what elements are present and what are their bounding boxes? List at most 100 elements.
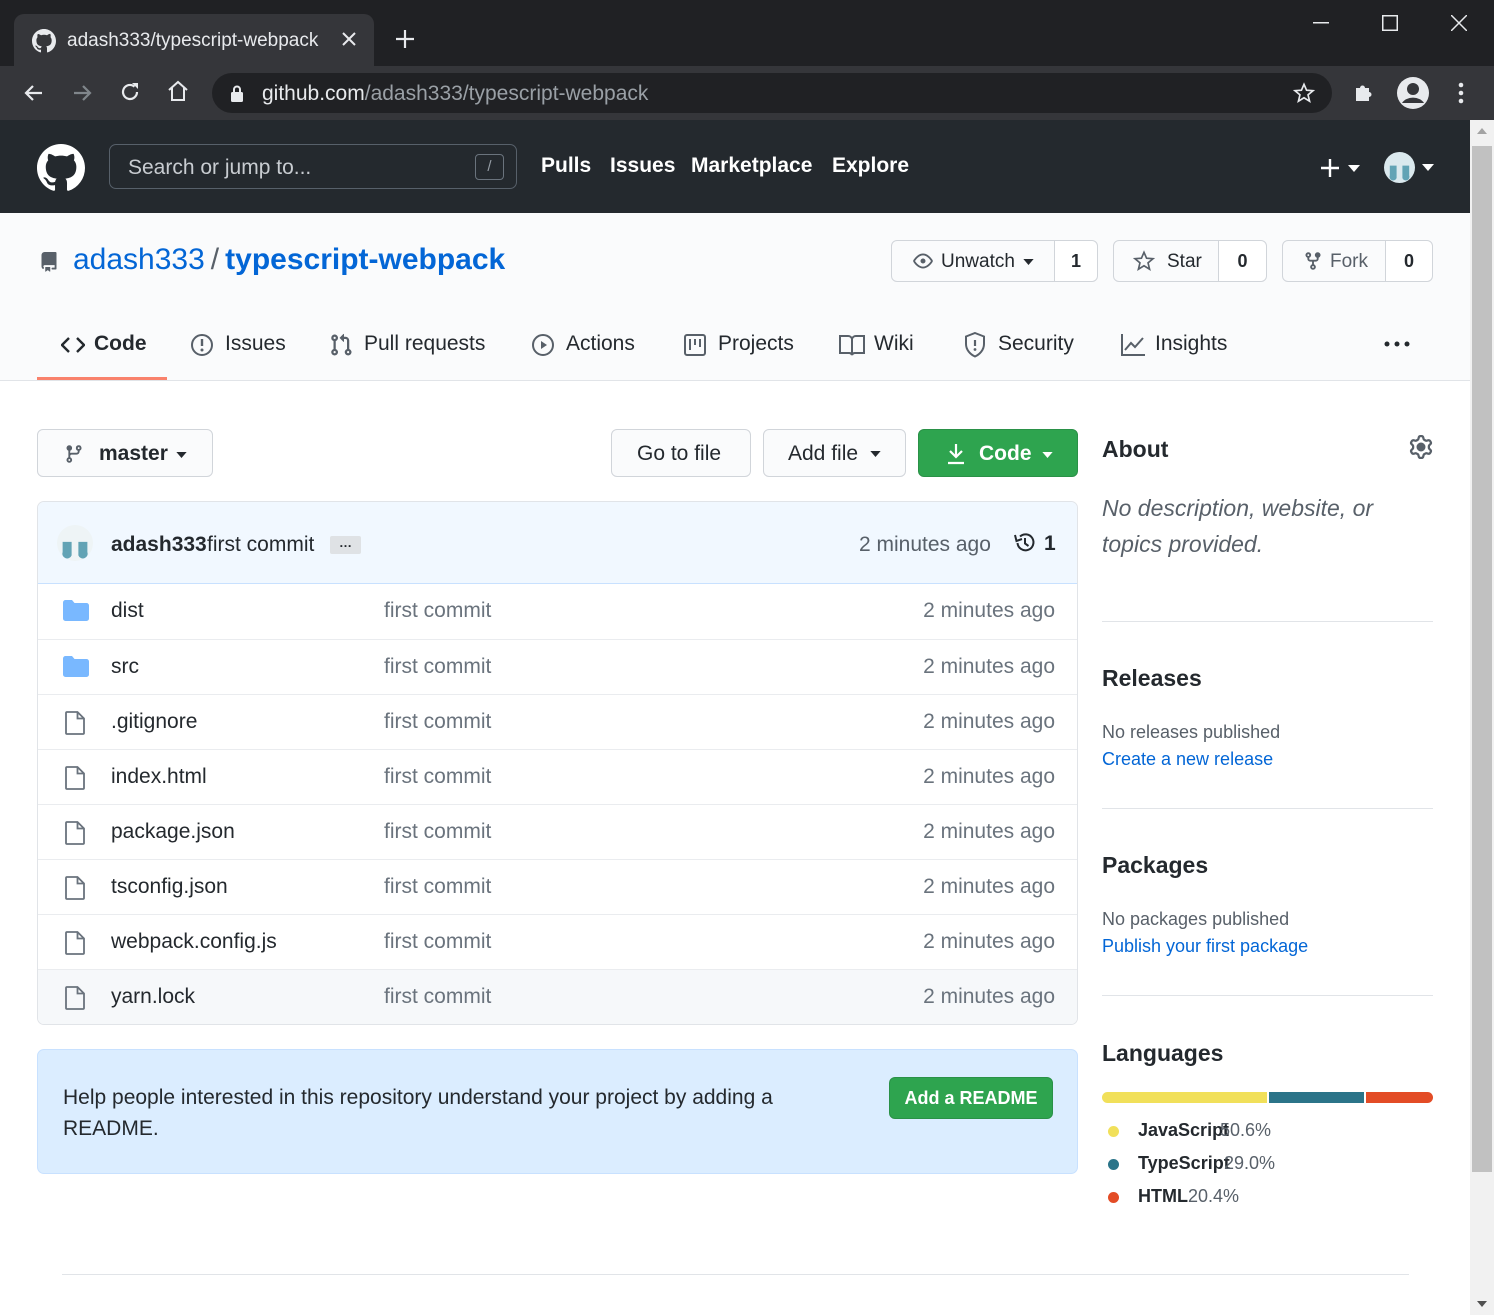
star-count[interactable]: 0	[1218, 241, 1266, 281]
back-icon[interactable]	[22, 81, 46, 105]
maximize-icon[interactable]	[1382, 15, 1398, 31]
browser-menu-icon[interactable]	[1458, 81, 1464, 105]
file-row[interactable]: package.json first commit 2 minutes ago	[38, 804, 1077, 859]
scrollbar-thumb[interactable]	[1472, 146, 1492, 1172]
unwatch-button[interactable]: Unwatch	[892, 241, 1054, 281]
eye-icon	[913, 253, 933, 269]
star-icon	[1133, 250, 1155, 272]
file-name-link[interactable]: package.json	[111, 820, 235, 844]
close-tab-icon[interactable]	[342, 32, 356, 46]
nav-marketplace[interactable]: Marketplace	[691, 154, 812, 178]
tab-pull-requests-label: Pull requests	[364, 332, 486, 355]
language-name: JavaScript	[1138, 1120, 1230, 1140]
star-button[interactable]: Star	[1114, 241, 1218, 281]
project-icon	[684, 334, 706, 356]
watch-count[interactable]: 1	[1054, 241, 1097, 281]
profile-icon[interactable]	[1396, 76, 1430, 110]
file-row[interactable]: yarn.lock first commit 2 minutes ago	[38, 969, 1077, 1024]
file-name-link[interactable]: yarn.lock	[111, 985, 195, 1009]
author-avatar[interactable]	[57, 525, 93, 561]
url-text: github.com/adash333/typescript-webpack	[262, 82, 649, 105]
minimize-icon[interactable]	[1313, 22, 1329, 24]
bookmark-star-icon[interactable]	[1293, 82, 1315, 104]
code-download-button[interactable]: Code	[918, 429, 1078, 477]
book-icon	[839, 335, 865, 356]
branch-select-button[interactable]: master	[37, 429, 213, 477]
add-readme-button[interactable]: Add a README	[889, 1077, 1053, 1119]
extensions-icon[interactable]	[1352, 80, 1376, 104]
file-commit-message[interactable]: first commit	[384, 930, 491, 954]
tab-issues-label: Issues	[225, 332, 286, 355]
repo-owner-link[interactable]: adash333	[73, 243, 205, 276]
readme-prompt-text: Help people interested in this repositor…	[63, 1086, 773, 1140]
create-new-button[interactable]	[1320, 156, 1364, 180]
commit-history-link[interactable]: 1	[1013, 529, 1058, 559]
file-row[interactable]: dist first commit 2 minutes ago	[38, 584, 1077, 639]
language-bar-segment	[1269, 1092, 1365, 1103]
file-commit-message[interactable]: first commit	[384, 599, 491, 623]
releases-heading[interactable]: Releases	[1102, 665, 1202, 692]
fork-count[interactable]: 0	[1385, 241, 1432, 281]
more-tabs-icon[interactable]	[1384, 341, 1410, 347]
github-logo-icon[interactable]	[37, 144, 85, 192]
commit-message[interactable]: first commit	[207, 533, 314, 557]
commit-author[interactable]: adash333	[111, 533, 207, 557]
file-icon	[65, 986, 85, 1010]
file-name-link[interactable]: webpack.config.js	[111, 930, 277, 954]
go-to-file-button[interactable]: Go to file	[611, 429, 751, 477]
file-row[interactable]: index.html first commit 2 minutes ago	[38, 749, 1077, 804]
scroll-up-icon[interactable]	[1477, 128, 1487, 134]
file-commit-message[interactable]: first commit	[384, 985, 491, 1009]
browser-tab[interactable]: adash333/typescript-webpack	[14, 14, 374, 66]
search-input[interactable]: Search or jump to... /	[109, 144, 517, 189]
language-name: HTML	[1138, 1186, 1188, 1206]
file-commit-age: 2 minutes ago	[923, 930, 1055, 953]
nav-issues[interactable]: Issues	[610, 154, 675, 178]
file-name-link[interactable]: src	[111, 655, 139, 679]
scroll-down-icon[interactable]	[1477, 1301, 1487, 1307]
add-file-button[interactable]: Add file	[763, 429, 906, 477]
close-window-icon[interactable]	[1451, 15, 1467, 31]
file-commit-message[interactable]: first commit	[384, 820, 491, 844]
packages-heading[interactable]: Packages	[1102, 852, 1208, 879]
file-commit-message[interactable]: first commit	[384, 875, 491, 899]
repo-name-link[interactable]: typescript-webpack	[225, 243, 505, 276]
create-release-link[interactable]: Create a new release	[1102, 749, 1273, 770]
unwatch-label: Unwatch	[941, 251, 1015, 272]
caret-down-icon	[1348, 165, 1360, 172]
tab-insights-label: Insights	[1155, 332, 1228, 355]
file-name-link[interactable]: tsconfig.json	[111, 875, 228, 899]
gear-icon[interactable]	[1409, 435, 1433, 459]
file-name-link[interactable]: index.html	[111, 765, 207, 789]
file-row[interactable]: webpack.config.js first commit 2 minutes a…	[38, 914, 1077, 969]
reload-icon[interactable]	[118, 80, 142, 104]
publish-package-link[interactable]: Publish your first package	[1102, 936, 1308, 957]
file-icon	[65, 766, 85, 790]
file-row[interactable]: tsconfig.json first commit 2 minutes ago	[38, 859, 1077, 914]
file-name-link[interactable]: dist	[111, 599, 144, 623]
commit-expand-button[interactable]: …	[330, 536, 361, 554]
file-commit-message[interactable]: first commit	[384, 655, 491, 679]
file-row[interactable]: src first commit 2 minutes ago	[38, 639, 1077, 694]
languages-heading: Languages	[1102, 1040, 1224, 1066]
file-commit-message[interactable]: first commit	[384, 710, 491, 734]
tab-title: adash333/typescript-webpack	[67, 30, 319, 51]
file-icon	[65, 821, 85, 845]
fork-button[interactable]: Fork	[1283, 241, 1385, 281]
nav-pulls[interactable]: Pulls	[541, 154, 591, 178]
caret-down-icon	[1023, 259, 1034, 265]
sidebar-divider	[1102, 808, 1433, 809]
fork-icon	[1305, 252, 1321, 270]
address-bar[interactable]: github.com/adash333/typescript-webpack	[212, 73, 1332, 113]
nav-explore[interactable]: Explore	[832, 154, 909, 178]
file-row[interactable]: .gitignore first commit 2 minutes ago	[38, 694, 1077, 749]
lock-icon	[231, 85, 243, 102]
issue-opened-icon	[191, 334, 213, 356]
home-icon[interactable]	[166, 79, 190, 103]
file-commit-message[interactable]: first commit	[384, 765, 491, 789]
file-name-link[interactable]: .gitignore	[111, 710, 197, 734]
page-scrollbar[interactable]	[1470, 120, 1494, 1315]
new-tab-icon[interactable]	[396, 30, 414, 48]
forward-icon[interactable]	[70, 81, 94, 105]
user-menu-button[interactable]	[1384, 152, 1436, 184]
